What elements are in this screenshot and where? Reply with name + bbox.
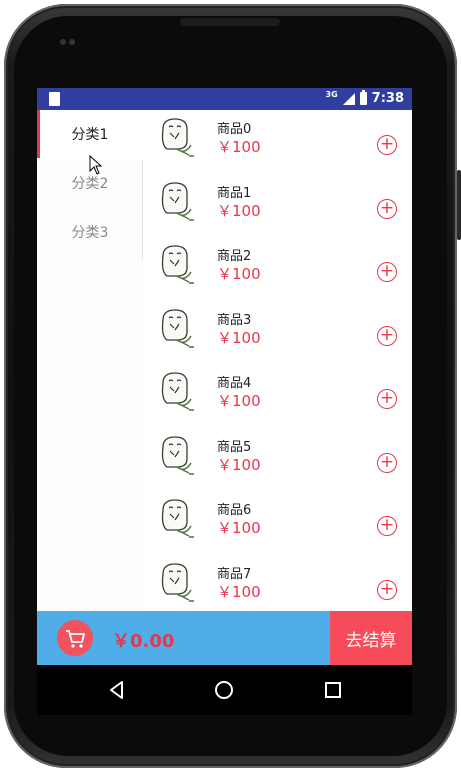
cart-bar: ￥0.00 去结算 [37, 611, 412, 665]
goods-price: ￥100 [217, 265, 261, 283]
checkout-label: 去结算 [345, 630, 397, 651]
goods-name: 商品6 [217, 503, 252, 518]
goods-row: 商品1 ￥100 + [143, 174, 412, 238]
mouse-cursor-icon [89, 155, 103, 175]
network-type: 3G [325, 90, 338, 99]
plus-circle-icon: + [379, 197, 395, 218]
front-sensors [60, 30, 86, 45]
cart-total: ￥0.00 [112, 631, 175, 652]
plus-circle-icon: + [379, 515, 395, 535]
goods-thumbnail-icon [161, 562, 194, 602]
add-to-cart-button[interactable]: + [377, 389, 397, 409]
goods-name: 商品0 [217, 122, 252, 137]
goods-row: 商品2 ￥100 + [143, 237, 412, 301]
android-nav-bar [37, 665, 412, 715]
goods-name: 商品2 [217, 249, 252, 264]
category-menu: 分类1 分类2 分类3 [37, 110, 143, 611]
category-label: 分类3 [71, 225, 109, 241]
status-time: 7:38 [371, 91, 404, 106]
goods-thumbnail-icon [161, 308, 194, 348]
main-content: 分类1 分类2 分类3 商品0 ￥100 + 商品1 ￥100 + 商品2 ￥1… [37, 110, 412, 611]
goods-name: 商品5 [217, 439, 252, 455]
add-to-cart-button[interactable]: + [377, 135, 397, 155]
square-recents-icon[interactable] [320, 677, 346, 703]
add-to-cart-button[interactable]: + [377, 516, 397, 536]
plus-circle-icon: + [379, 388, 395, 408]
plus-circle-icon: + [379, 451, 395, 472]
category-item-1[interactable]: 分类1 [37, 110, 143, 158]
plus-circle-icon: + [379, 578, 395, 599]
add-to-cart-button[interactable]: + [377, 197, 397, 219]
add-to-cart-button[interactable]: + [377, 324, 397, 346]
goods-name: 商品1 [217, 185, 252, 201]
status-bar: 3G 7:38 [37, 88, 412, 110]
goods-price: ￥100 [217, 201, 261, 220]
goods-name: 商品7 [217, 566, 252, 582]
add-to-cart-button[interactable]: + [377, 262, 397, 282]
goods-row: 商品4 ￥100 + [143, 364, 412, 428]
goods-row: 商品3 ￥100 + [143, 301, 412, 365]
battery-icon [359, 90, 367, 105]
category-label: 分类2 [71, 176, 109, 192]
signal-icon [342, 92, 355, 105]
triangle-back-icon[interactable] [104, 677, 130, 703]
goods-price: ￥100 [217, 138, 261, 156]
goods-thumbnail-icon [161, 245, 194, 284]
goods-thumbnail-icon [161, 499, 194, 538]
plus-circle-icon: + [379, 324, 395, 345]
earpiece [180, 18, 280, 26]
phone-frame: 3G 7:38 分类1 分类2 分类3 商品0 ￥100 + 商品1 ￥100 … [0, 0, 461, 770]
circle-home-icon[interactable] [211, 677, 237, 703]
category-item-3[interactable]: 分类3 [37, 208, 143, 256]
plus-circle-icon: + [379, 134, 395, 154]
sd-card-icon [49, 92, 60, 106]
goods-row: 商品5 ￥100 + [143, 428, 412, 492]
checkout-button[interactable]: 去结算 [330, 611, 412, 665]
goods-name: 商品4 [217, 376, 252, 391]
goods-name: 商品3 [217, 312, 252, 328]
cart-button[interactable] [57, 620, 93, 656]
goods-row: 商品7 ￥100 + [143, 555, 412, 612]
add-to-cart-button[interactable]: + [377, 451, 397, 473]
goods-price: ￥100 [217, 519, 261, 537]
goods-row: 商品6 ￥100 + [143, 491, 412, 555]
plus-circle-icon: + [379, 261, 395, 281]
goods-list: 商品0 ￥100 + 商品1 ￥100 + 商品2 ￥100 + 商品3 ￥10… [143, 110, 412, 611]
status-right: 3G 7:38 [325, 90, 404, 106]
goods-thumbnail-icon [161, 372, 194, 411]
goods-row: 商品0 ￥100 + [143, 110, 412, 174]
goods-price: ￥100 [217, 392, 261, 410]
category-label: 分类1 [71, 127, 109, 143]
goods-thumbnail-icon [161, 435, 194, 475]
goods-price: ￥100 [217, 582, 261, 601]
goods-thumbnail-icon [161, 118, 194, 157]
app-screen: 3G 7:38 分类1 分类2 分类3 商品0 ￥100 + 商品1 ￥100 … [37, 88, 412, 715]
cart-icon [66, 630, 85, 648]
goods-price: ￥100 [217, 455, 261, 474]
goods-thumbnail-icon [161, 181, 194, 221]
side-button [457, 170, 461, 240]
add-to-cart-button[interactable]: + [377, 578, 397, 600]
goods-price: ￥100 [217, 328, 261, 347]
